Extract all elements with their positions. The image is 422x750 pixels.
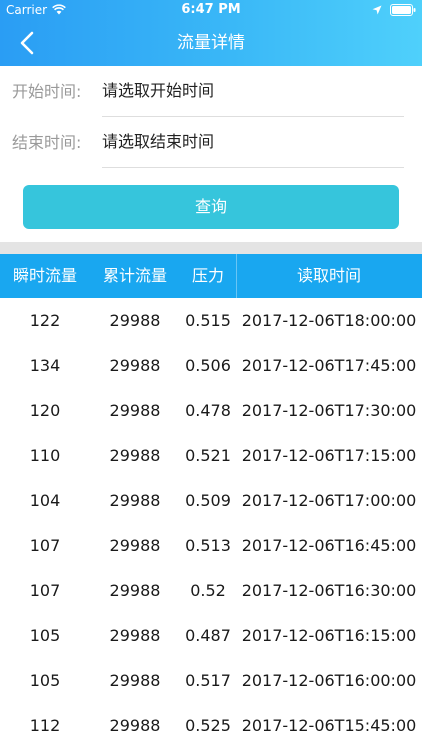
column-header-total-flow: 累计流量 bbox=[102, 266, 167, 285]
read-time-cell: 2017-12-06T16:45:00 bbox=[241, 536, 417, 555]
read-time-cell: 2017-12-06T16:15:00 bbox=[241, 626, 417, 645]
read-time-cell: 2017-12-06T17:15:00 bbox=[241, 446, 417, 465]
read-time-cell: 2017-12-06T15:45:00 bbox=[241, 716, 417, 735]
status-bar: Carrier 6:47 PM bbox=[0, 0, 422, 20]
section-divider bbox=[0, 242, 422, 254]
column-header-instant-flow: 瞬时流量 bbox=[12, 266, 77, 285]
pressure-cell: 0.513 bbox=[185, 536, 231, 555]
read-time-cell: 2017-12-06T18:00:00 bbox=[241, 311, 417, 330]
total-flow-cell: 29988 bbox=[109, 311, 161, 330]
pressure-cell: 0.515 bbox=[185, 311, 231, 330]
status-time: 6:47 PM bbox=[181, 2, 241, 17]
read-time-cell: 2017-12-06T17:45:00 bbox=[241, 356, 417, 375]
table-row: 134 29988 0.506 2017-12-06T17:45:00 bbox=[0, 343, 422, 388]
table-header: 瞬时流量 累计流量 压力 读取时间 bbox=[0, 254, 422, 298]
total-flow-cell: 29988 bbox=[109, 716, 161, 735]
pressure-cell: 0.506 bbox=[185, 356, 231, 375]
instant-flow-cell: 104 bbox=[29, 491, 61, 510]
pressure-cell: 0.521 bbox=[185, 446, 231, 465]
data-table: 122 29988 0.515 2017-12-06T18:00:00 134 … bbox=[0, 298, 422, 748]
table-row: 105 29988 0.487 2017-12-06T16:15:00 bbox=[0, 613, 422, 658]
pressure-cell: 0.517 bbox=[185, 671, 231, 690]
total-flow-cell: 29988 bbox=[109, 491, 161, 510]
table-row: 112 29988 0.525 2017-12-06T15:45:00 bbox=[0, 703, 422, 748]
instant-flow-cell: 105 bbox=[29, 671, 61, 690]
pressure-cell: 0.509 bbox=[185, 491, 231, 510]
instant-flow-cell: 134 bbox=[29, 356, 61, 375]
table-row: 120 29988 0.478 2017-12-06T17:30:00 bbox=[0, 388, 422, 433]
nav-bar: 流量详情 bbox=[0, 20, 422, 66]
back-button[interactable] bbox=[10, 24, 46, 62]
battery-icon bbox=[390, 4, 416, 16]
read-time-cell: 2017-12-06T17:30:00 bbox=[241, 401, 417, 420]
instant-flow-cell: 112 bbox=[29, 716, 61, 735]
column-separator bbox=[236, 254, 237, 298]
start-time-row: 开始时间: 请选取开始时间 bbox=[0, 66, 422, 118]
start-time-label: 开始时间: bbox=[12, 82, 82, 101]
end-time-label: 结束时间: bbox=[12, 133, 82, 152]
query-button[interactable]: 查询 bbox=[23, 185, 399, 229]
total-flow-cell: 29988 bbox=[109, 356, 161, 375]
total-flow-cell: 29988 bbox=[109, 446, 161, 465]
location-arrow-icon bbox=[372, 5, 382, 15]
pressure-cell: 0.52 bbox=[190, 581, 226, 600]
instant-flow-cell: 110 bbox=[29, 446, 61, 465]
end-time-row: 结束时间: 请选取结束时间 bbox=[0, 117, 422, 169]
instant-flow-cell: 105 bbox=[29, 626, 61, 645]
table-row: 110 29988 0.521 2017-12-06T17:15:00 bbox=[0, 433, 422, 478]
pressure-cell: 0.478 bbox=[185, 401, 231, 420]
table-row: 105 29988 0.517 2017-12-06T16:00:00 bbox=[0, 658, 422, 703]
column-header-pressure: 压力 bbox=[191, 266, 224, 285]
read-time-cell: 2017-12-06T16:30:00 bbox=[241, 581, 417, 600]
table-row: 122 29988 0.515 2017-12-06T18:00:00 bbox=[0, 298, 422, 343]
table-row: 104 29988 0.509 2017-12-06T17:00:00 bbox=[0, 478, 422, 523]
page-title: 流量详情 bbox=[177, 33, 245, 53]
column-header-read-time: 读取时间 bbox=[296, 266, 361, 285]
instant-flow-cell: 122 bbox=[29, 311, 61, 330]
total-flow-cell: 29988 bbox=[109, 581, 161, 600]
total-flow-cell: 29988 bbox=[109, 626, 161, 645]
total-flow-cell: 29988 bbox=[109, 401, 161, 420]
read-time-cell: 2017-12-06T17:00:00 bbox=[241, 491, 417, 510]
pressure-cell: 0.487 bbox=[185, 626, 231, 645]
table-row: 107 29988 0.513 2017-12-06T16:45:00 bbox=[0, 523, 422, 568]
instant-flow-cell: 107 bbox=[29, 581, 61, 600]
total-flow-cell: 29988 bbox=[109, 536, 161, 555]
start-time-field[interactable]: 请选取开始时间 bbox=[102, 66, 404, 117]
pressure-cell: 0.525 bbox=[185, 716, 231, 735]
chevron-left-icon bbox=[20, 31, 34, 55]
instant-flow-cell: 107 bbox=[29, 536, 61, 555]
instant-flow-cell: 120 bbox=[29, 401, 61, 420]
table-row: 107 29988 0.52 2017-12-06T16:30:00 bbox=[0, 568, 422, 613]
end-time-field[interactable]: 请选取结束时间 bbox=[102, 117, 404, 168]
header-bar: Carrier 6:47 PM 流量详情 bbox=[0, 0, 422, 66]
read-time-cell: 2017-12-06T16:00:00 bbox=[241, 671, 417, 690]
total-flow-cell: 29988 bbox=[109, 671, 161, 690]
